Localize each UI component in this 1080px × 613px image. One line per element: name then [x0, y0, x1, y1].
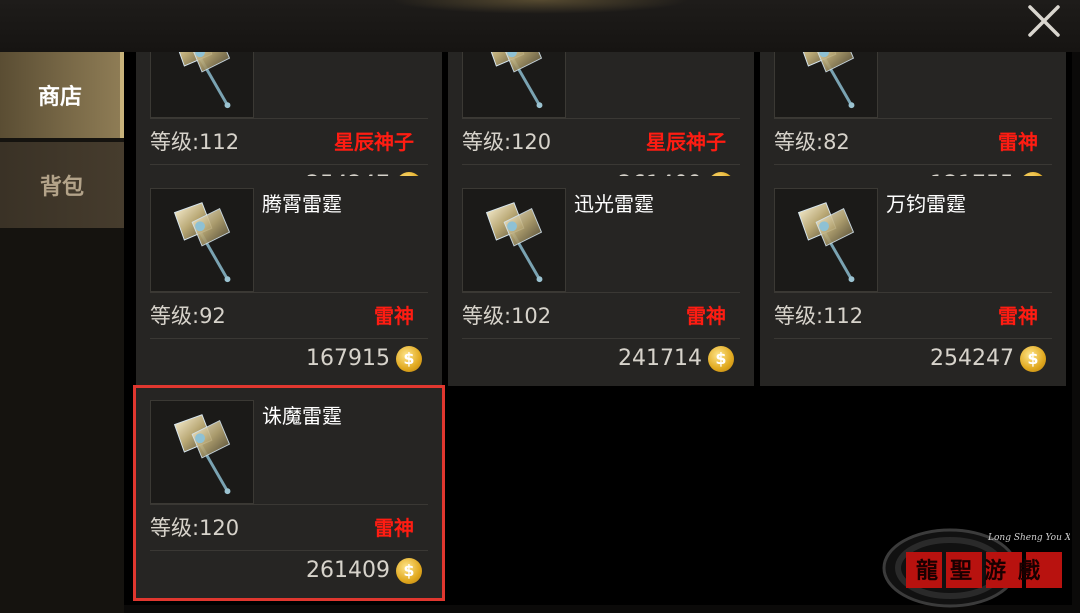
gold-coin-icon: $: [1020, 346, 1046, 372]
item-rarity: 雷神: [374, 516, 414, 540]
item-price: 167915: [306, 346, 390, 371]
divider: [774, 164, 1052, 165]
item-name: 迅光雷霆: [574, 192, 654, 216]
item-thumbnail: [150, 52, 254, 118]
divider: [150, 504, 428, 505]
svg-text:Long Sheng You Xi: Long Sheng You Xi: [987, 533, 1070, 543]
divider: [150, 550, 428, 551]
item-card[interactable]: 迅光雷霆 等级:102 雷神 241714 $: [448, 176, 754, 386]
item-level: 等级:112: [774, 304, 864, 328]
divider: [774, 118, 1052, 119]
item-rarity: 雷神: [374, 304, 414, 328]
close-icon: [1028, 5, 1060, 37]
divider: [462, 118, 740, 119]
item-thumbnail: [462, 188, 566, 292]
item-name: 腾霄雷霆: [262, 192, 342, 216]
gold-coin-icon: $: [396, 346, 422, 372]
item-price: 241714: [618, 346, 702, 371]
thunder-hammer-icon: [485, 202, 543, 283]
item-rarity: 雷神: [998, 304, 1038, 328]
gold-coin-icon: $: [708, 346, 734, 372]
divider: [150, 164, 428, 165]
item-level: 等级:92: [150, 304, 226, 328]
tab-bag[interactable]: 背包: [0, 142, 124, 228]
item-level: 等级:112: [150, 130, 240, 154]
divider: [774, 338, 1052, 339]
watermark-seal: Long Sheng You Xi 龍聖游戲: [882, 528, 1070, 608]
item-card[interactable]: 腾霄雷霆 等级:92 雷神 167915 $: [136, 176, 442, 386]
item-thumbnail: [774, 52, 878, 118]
item-card[interactable]: 万钧雷霆 等级:112 雷神 254247 $: [760, 176, 1066, 386]
divider: [462, 338, 740, 339]
thunder-hammer-icon: [797, 202, 855, 283]
item-price: 254247: [930, 346, 1014, 371]
item-thumbnail: [462, 52, 566, 118]
top-glow: [390, 0, 690, 14]
item-level: 等级:120: [150, 516, 240, 540]
item-price: 261409: [306, 558, 390, 583]
item-thumbnail: [150, 188, 254, 292]
divider: [150, 292, 428, 293]
item-card[interactable]: 诛魔雷霆 等级:120 雷神 261409 $: [133, 385, 445, 601]
divider: [774, 292, 1052, 293]
item-rarity: 雷神: [686, 304, 726, 328]
item-name: 诛魔雷霆: [262, 404, 342, 428]
item-level: 等级:120: [462, 130, 552, 154]
thunder-hammer-icon: [173, 414, 231, 495]
close-button[interactable]: [1022, 2, 1066, 42]
divider: [462, 292, 740, 293]
thunder-hammer-icon: [490, 52, 543, 109]
divider: [462, 164, 740, 165]
tab-shop[interactable]: 商店: [0, 52, 132, 138]
item-thumbnail: [150, 400, 254, 504]
item-thumbnail: [774, 188, 878, 292]
item-rarity: 雷神: [998, 130, 1038, 154]
item-rarity: 星辰神子: [334, 130, 414, 154]
thunder-hammer-icon: [178, 52, 231, 109]
item-name: 万钧雷霆: [886, 192, 966, 216]
svg-text:龍聖游戲: 龍聖游戲: [916, 558, 1052, 584]
gold-coin-icon: $: [396, 558, 422, 584]
divider: [150, 118, 428, 119]
item-level: 等级:102: [462, 304, 552, 328]
divider: [150, 338, 428, 339]
thunder-hammer-icon: [802, 52, 855, 109]
thunder-hammer-icon: [173, 202, 231, 283]
item-rarity: 星辰神子: [646, 130, 726, 154]
sidebar: 商店 背包: [0, 52, 132, 613]
item-level: 等级:82: [774, 130, 850, 154]
top-bar: [0, 0, 1080, 52]
